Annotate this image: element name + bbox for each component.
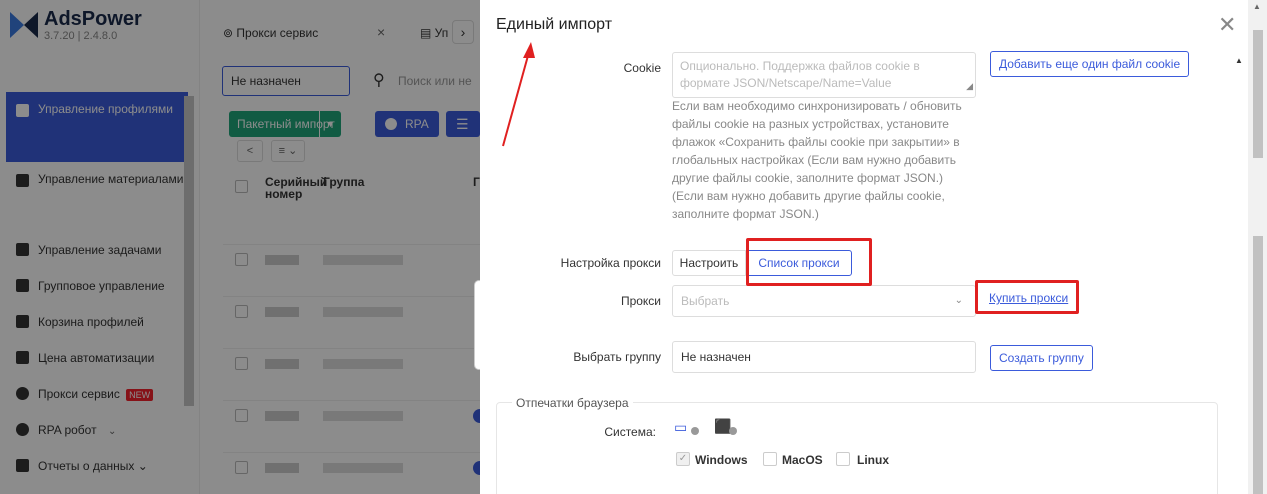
cookie-placeholder: Опционально. Поддержка файлов cookie в ф…: [680, 59, 920, 90]
linux-label: Linux: [857, 453, 889, 467]
configure-proxy-button[interactable]: Настроить: [672, 250, 746, 276]
proxy-label: Прокси: [620, 294, 661, 308]
windows-label: Windows: [695, 453, 748, 467]
cookie-label: Cookie: [623, 61, 661, 75]
annotation-arrow-icon: [502, 42, 535, 147]
resize-icon[interactable]: ◢: [966, 78, 973, 95]
macos-label: MacOS: [782, 453, 823, 467]
group-label: Выбрать группу: [573, 350, 661, 364]
cookie-textarea[interactable]: Опционально. Поддержка файлов cookie в ф…: [672, 52, 976, 98]
close-icon[interactable]: ✕: [1218, 12, 1236, 38]
system-label: Система:: [604, 425, 656, 439]
macos-checkbox[interactable]: [763, 452, 777, 466]
info-icon[interactable]: [729, 427, 737, 435]
scroll-up-icon[interactable]: ▲: [1235, 56, 1243, 65]
drawer-scrollbar[interactable]: ▲: [1248, 0, 1267, 494]
highlight-proxy-list: [746, 238, 872, 286]
linux-checkbox[interactable]: [836, 452, 850, 466]
drawer-title: Единый импорт: [496, 16, 613, 33]
highlight-buy-proxy: [975, 280, 1079, 314]
windows-checkbox[interactable]: ✓: [676, 452, 690, 466]
cookie-help-text: Если вам необходимо синхронизировать / о…: [672, 99, 962, 221]
scroll-up-icon[interactable]: ▲: [1253, 2, 1261, 11]
add-cookie-file-button[interactable]: Добавить еще один файл cookie: [990, 51, 1190, 77]
proxy-select-placeholder: Выбрать: [681, 294, 730, 308]
modal-backdrop[interactable]: [0, 0, 480, 494]
desktop-icon[interactable]: ▭: [674, 419, 687, 436]
chevron-down-icon: ⌄: [954, 295, 963, 306]
fingerprint-section: [496, 402, 1218, 494]
scrollbar-thumb[interactable]: [1253, 30, 1263, 158]
proxy-setup-label: Настройка прокси: [560, 256, 661, 270]
info-icon[interactable]: [691, 427, 699, 435]
proxy-select[interactable]: Выбрать ⌄: [672, 285, 976, 317]
group-select[interactable]: Не назначен: [672, 341, 976, 373]
unified-import-drawer: Единый импорт ✕ Cookie Опционально. Подд…: [480, 0, 1267, 494]
create-group-button[interactable]: Создать группу: [990, 345, 1093, 371]
scrollbar-thumb[interactable]: [1253, 236, 1263, 494]
fingerprint-legend: Отпечатки браузера: [512, 396, 633, 410]
